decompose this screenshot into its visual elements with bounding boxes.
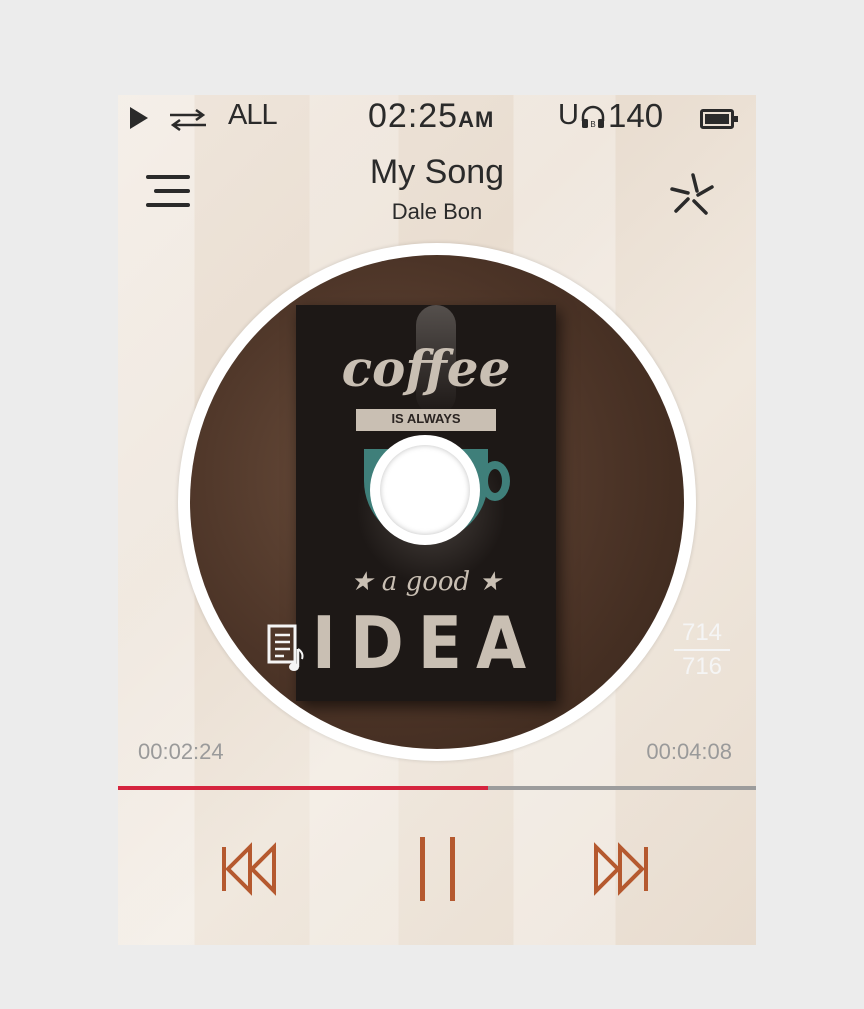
lyrics-icon[interactable] <box>266 623 308 673</box>
poster-text-coffee: coffee <box>341 339 511 398</box>
song-title: My Song <box>369 153 505 191</box>
album-disc[interactable]: coffee IS ALWAYS ★ a good ★ IDEA 714 716 <box>178 243 730 761</box>
svg-text:B: B <box>590 120 595 129</box>
play-icon <box>130 107 148 129</box>
status-bar: ALL 02:25AM U B 140 <box>118 95 756 143</box>
menu-icon[interactable] <box>146 175 202 215</box>
player-screen: ALL 02:25AM U B 140 My Song Dale Bon cof… <box>118 95 756 945</box>
coffee-cup-handle <box>480 461 510 501</box>
poster-text-good: ★ a good ★ <box>350 567 502 597</box>
pause-icon[interactable] <box>414 837 460 901</box>
clock: 02:25AM <box>368 97 494 136</box>
clock-suffix: AM <box>458 107 495 132</box>
disc-hole <box>380 445 470 535</box>
progress-fill <box>118 786 489 790</box>
battery-icon <box>700 109 738 129</box>
repeat-icon <box>170 109 206 131</box>
track-counter: 714 716 <box>674 619 730 681</box>
song-artist: Dale Bon <box>391 199 483 224</box>
pause-bar-right <box>450 837 455 901</box>
next-icon[interactable] <box>592 837 652 901</box>
poster-ribbon: IS ALWAYS <box>356 409 496 431</box>
repeat-mode-label: ALL <box>228 99 278 131</box>
pause-bar-left <box>420 837 425 901</box>
previous-icon[interactable] <box>218 837 278 901</box>
output-label: U <box>558 99 579 131</box>
poster-text-always: IS ALWAYS <box>391 411 461 426</box>
volume-level: 140 <box>608 97 664 134</box>
track-current: 714 <box>674 619 730 651</box>
progress-bar[interactable] <box>118 786 756 790</box>
track-total: 716 <box>681 653 723 680</box>
poster-text-idea: IDEA <box>311 601 541 685</box>
headphone-icon: B <box>581 105 605 129</box>
elapsed-time: 00:02:24 <box>138 739 224 764</box>
shuffle-icon[interactable] <box>666 169 720 223</box>
total-time: 00:04:08 <box>646 739 732 764</box>
clock-time: 02:25 <box>368 97 459 135</box>
disc-hub <box>370 435 480 545</box>
